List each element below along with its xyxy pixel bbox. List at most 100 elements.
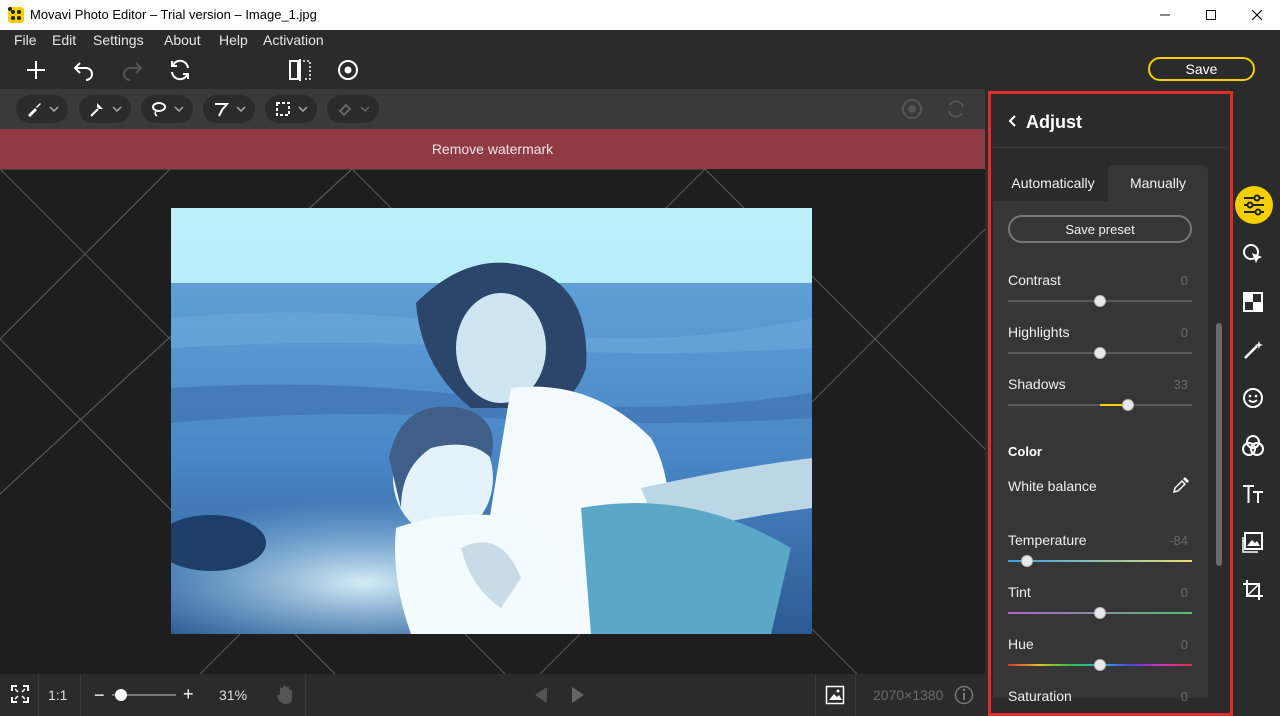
menu-about[interactable]: About bbox=[164, 32, 201, 48]
highlights-knob[interactable] bbox=[1094, 347, 1106, 359]
refresh-selection-icon[interactable] bbox=[942, 95, 970, 123]
highlights-label: Highlights bbox=[1008, 324, 1070, 340]
separator bbox=[38, 674, 39, 716]
close-icon[interactable] bbox=[1234, 0, 1280, 30]
window-title: Movavi Photo Editor – Trial version – Im… bbox=[30, 7, 317, 22]
preview-eye-icon[interactable] bbox=[334, 56, 362, 84]
adjust-tabs: Automatically Manually bbox=[993, 165, 1208, 201]
panel-header: Adjust bbox=[993, 96, 1227, 148]
chevron-down-icon bbox=[174, 106, 184, 113]
filters-icon[interactable] bbox=[1235, 428, 1271, 464]
lasso-icon bbox=[152, 102, 166, 117]
fit-screen-icon[interactable] bbox=[10, 684, 30, 707]
chevron-down-icon bbox=[236, 106, 246, 113]
zoom-level: 31% bbox=[219, 687, 248, 703]
hand-tool-icon[interactable] bbox=[275, 684, 295, 709]
actual-size-button[interactable]: 1:1 bbox=[48, 687, 67, 703]
save-preset-button[interactable]: Save preset bbox=[1008, 215, 1192, 243]
add-icon[interactable] bbox=[22, 56, 50, 84]
image-dimensions: 2070×1380 bbox=[873, 687, 944, 703]
shadows-label: Shadows bbox=[1008, 376, 1066, 392]
panel-title: Adjust bbox=[1026, 112, 1082, 132]
eyedropper-icon[interactable] bbox=[1172, 476, 1190, 499]
rect-select-icon bbox=[276, 102, 290, 116]
contrast-value: 0 bbox=[1180, 273, 1188, 288]
menu-edit[interactable]: Edit bbox=[52, 32, 76, 48]
saturation-value: 0 bbox=[1180, 689, 1188, 704]
background-icon[interactable] bbox=[1235, 284, 1271, 320]
tint-value: 0 bbox=[1180, 585, 1188, 600]
tint-label: Tint bbox=[1008, 584, 1031, 600]
minimize-icon[interactable] bbox=[1142, 0, 1188, 30]
tab-automatically[interactable]: Automatically bbox=[998, 165, 1108, 201]
separator bbox=[815, 674, 816, 716]
rect-select-tool[interactable] bbox=[265, 95, 317, 123]
chevron-down-icon bbox=[298, 106, 308, 113]
app-logo-icon bbox=[8, 7, 24, 23]
menu-help[interactable]: Help bbox=[219, 32, 248, 48]
menu-file[interactable]: File bbox=[14, 32, 37, 48]
info-icon[interactable] bbox=[954, 685, 974, 708]
white-balance-label: White balance bbox=[1008, 478, 1097, 494]
magic-pin-icon bbox=[90, 103, 103, 117]
face-retouch-icon[interactable] bbox=[1235, 380, 1271, 416]
main-toolbar bbox=[0, 50, 985, 89]
compare-icon[interactable] bbox=[286, 56, 314, 84]
object-select-icon[interactable] bbox=[1235, 236, 1271, 272]
adjust-icon[interactable] bbox=[1235, 186, 1273, 224]
magic-wand-icon[interactable] bbox=[1235, 332, 1271, 368]
zoom-in-icon[interactable]: + bbox=[183, 684, 194, 705]
photo-mother-child bbox=[171, 208, 812, 634]
next-image-icon[interactable] bbox=[570, 686, 586, 707]
temperature-slider[interactable] bbox=[1008, 560, 1192, 562]
contrast-label: Contrast bbox=[1008, 272, 1061, 288]
previous-image-icon[interactable] bbox=[533, 686, 549, 707]
temperature-knob[interactable] bbox=[1021, 555, 1033, 567]
menu-bar: File Edit Settings About Help Activation bbox=[0, 30, 1280, 50]
magic-wand-tool[interactable] bbox=[79, 95, 131, 123]
zoom-slider-knob[interactable] bbox=[115, 689, 127, 701]
panel-scrollbar-thumb[interactable] bbox=[1216, 323, 1222, 566]
brush-tool[interactable] bbox=[16, 95, 68, 123]
separator bbox=[855, 674, 856, 716]
remove-watermark-banner[interactable]: Remove watermark bbox=[0, 129, 985, 169]
text-icon[interactable] bbox=[1235, 476, 1271, 512]
apply-selection-icon[interactable] bbox=[898, 95, 926, 123]
reset-icon[interactable] bbox=[166, 56, 194, 84]
lasso-tool[interactable] bbox=[141, 95, 193, 123]
separator bbox=[305, 674, 306, 716]
tab-manually[interactable]: Manually bbox=[1108, 165, 1208, 201]
save-button[interactable]: Save bbox=[1148, 57, 1255, 81]
image-canvas[interactable] bbox=[0, 169, 985, 674]
separator bbox=[80, 674, 81, 716]
shadows-value: 33 bbox=[1173, 377, 1188, 392]
image-info-icon[interactable] bbox=[825, 685, 845, 708]
chevron-down-icon bbox=[360, 106, 370, 113]
highlights-value: 0 bbox=[1180, 325, 1188, 340]
maximize-icon[interactable] bbox=[1188, 0, 1234, 30]
shadows-knob[interactable] bbox=[1122, 399, 1134, 411]
title-bar: Movavi Photo Editor – Trial version – Im… bbox=[0, 0, 1280, 30]
chevron-down-icon bbox=[49, 106, 59, 113]
zoom-out-icon[interactable]: − bbox=[94, 685, 105, 706]
temperature-label: Temperature bbox=[1008, 532, 1087, 548]
brush-icon bbox=[28, 103, 41, 117]
status-bar: 1:1 − + 31% 2070×1380 bbox=[0, 674, 985, 716]
eraser-tool[interactable] bbox=[327, 95, 379, 123]
undo-icon[interactable] bbox=[70, 56, 98, 84]
insert-image-icon[interactable] bbox=[1235, 524, 1271, 560]
crop-icon[interactable] bbox=[1235, 572, 1271, 608]
hue-knob[interactable] bbox=[1094, 659, 1106, 671]
menu-settings[interactable]: Settings bbox=[93, 32, 144, 48]
color-section-title: Color bbox=[1008, 444, 1042, 459]
back-chevron-icon[interactable] bbox=[1007, 112, 1017, 133]
polygon-lasso-icon bbox=[215, 103, 229, 117]
temperature-value: -84 bbox=[1169, 533, 1188, 548]
contrast-knob[interactable] bbox=[1094, 295, 1106, 307]
tint-knob[interactable] bbox=[1094, 607, 1106, 619]
menu-activation[interactable]: Activation bbox=[263, 32, 324, 48]
hue-value: 0 bbox=[1180, 637, 1188, 652]
polygon-lasso-tool[interactable] bbox=[203, 95, 255, 123]
redo-icon[interactable] bbox=[118, 56, 146, 84]
hue-label: Hue bbox=[1008, 636, 1034, 652]
